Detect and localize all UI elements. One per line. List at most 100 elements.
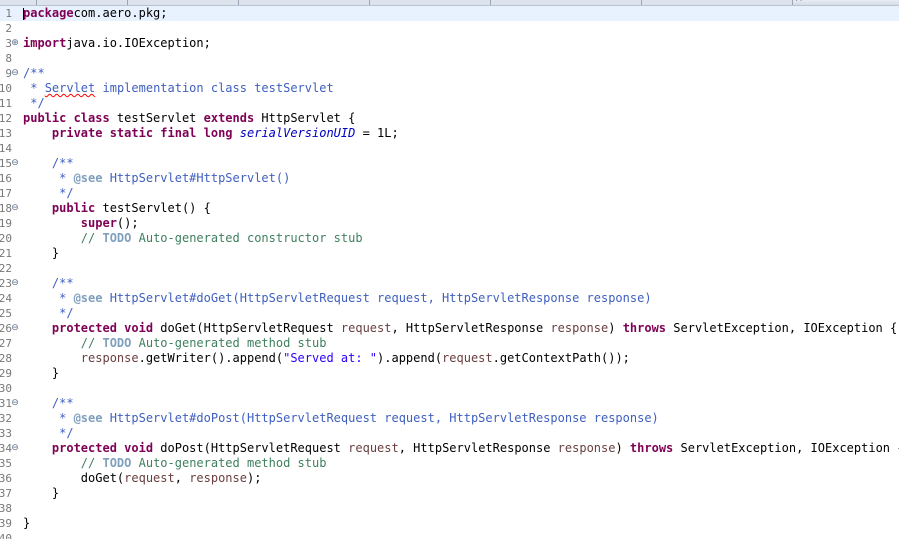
editor-tab[interactable] [128,0,239,5]
code-line[interactable]: 31 ⊖ /** [0,396,899,411]
code-text: } [23,516,30,531]
line-number: 2 [5,22,12,35]
code-token: ).append( [377,351,443,365]
code-line[interactable]: 12 public class testServlet extends HttpS… [0,111,899,126]
code-line[interactable]: 17 */ [0,186,899,201]
code-line[interactable]: 11 */ [0,96,899,111]
code-line[interactable]: 36 doGet(request, response); [0,471,899,486]
editor-tab[interactable] [642,0,793,5]
code-token: doPost(HttpServletRequest [153,441,349,455]
line-number: 24 [0,292,12,305]
code-lines: 1 packagecom.aero.pkg; 2 3 ⊕ importjava.io.IO… [0,6,899,539]
code-text: protected void doGet(HttpServletRequest … [23,321,897,336]
code-line[interactable]: 1 packagecom.aero.pkg; [0,6,899,21]
code-token: response [189,471,247,485]
code-text: public class testServlet extends HttpSer… [23,111,355,126]
code-line[interactable]: 35 // TODO Auto-generated method stub [0,456,899,471]
code-line[interactable]: 14 [0,141,899,156]
code-text: */ [23,186,74,201]
close-icon[interactable]: × [795,0,803,4]
code-line[interactable]: 25 */ [0,306,899,321]
code-line[interactable]: 2 [0,21,899,36]
fold-collapse-icon[interactable]: ⊖ [11,444,19,453]
code-token: public class [23,111,110,125]
code-line[interactable]: 33 */ [0,426,899,441]
code-line[interactable]: 8 [0,51,899,66]
code-line[interactable]: 20 // TODO Auto-generated constructor st… [0,231,899,246]
code-text: * @see HttpServlet#HttpServlet() [23,171,290,186]
code-token: import [23,36,67,50]
code-line[interactable]: 3 ⊕ importjava.io.IOException; [0,36,899,51]
code-text: importjava.io.IOException; [23,36,211,51]
code-token: */ [23,186,74,200]
code-line[interactable]: 18 ⊖ public testServlet() { [0,201,899,216]
code-line[interactable]: 29 } [0,366,899,381]
code-text: */ [23,426,73,441]
editor-tab[interactable] [239,0,370,5]
code-text: } [23,366,59,381]
code-token: HttpServlet#HttpServlet() [102,171,291,185]
code-token: } [23,516,31,530]
fold-collapse-icon[interactable]: ⊖ [11,279,19,288]
code-line[interactable]: 13 private static final long serialVersi… [0,126,899,141]
code-token: request [348,441,399,455]
code-token: ServletException, IOException { [673,441,899,455]
code-token: Auto-generated method stub [131,456,327,470]
code-token: protected void [51,321,154,335]
editor-tab[interactable] [370,0,491,5]
code-line[interactable]: 9 ⊖/** [0,66,899,81]
fold-collapse-icon[interactable]: ⊖ [11,69,19,78]
code-editor[interactable]: 1 packagecom.aero.pkg; 2 3 ⊕ importjava.io.IO… [0,6,899,539]
code-line[interactable]: 24 * @see HttpServlet#doGet(HttpServletR… [0,291,899,306]
code-line[interactable]: 15 ⊖ /** [0,156,899,171]
code-line[interactable]: 27 // TODO Auto-generated method stub [0,336,899,351]
code-token: Auto-generated constructor stub [131,231,363,245]
code-token: * [23,411,74,425]
fold-expand-icon[interactable]: ⊕ [11,39,19,48]
code-line[interactable]: 23 ⊖ /** [0,276,899,291]
code-text: public testServlet() { [23,201,211,216]
code-token: * [23,81,45,95]
code-token: java.io.IOException; [66,36,211,50]
code-line[interactable]: 26 ⊖ protected void doGet(HttpServletRequ… [0,321,899,336]
code-token: response [550,321,609,335]
code-line[interactable]: 37 } [0,486,899,501]
code-token: @see [73,291,103,305]
editor-tab[interactable] [37,0,128,5]
line-number: 1 [5,7,12,20]
code-line[interactable]: 19 super(); [0,216,899,231]
code-token: , HttpServletResponse [391,321,551,335]
code-line[interactable]: 39} [0,516,899,531]
code-line[interactable]: 22 [0,261,899,276]
fold-collapse-icon[interactable]: ⊖ [11,204,19,213]
code-line[interactable]: 10 * Servlet implementation class testSe… [0,81,899,96]
line-number: 14 [0,142,12,155]
fold-collapse-icon[interactable]: ⊖ [11,159,19,168]
code-token: throws [622,321,667,335]
code-line[interactable]: 38 [0,501,899,516]
code-line[interactable]: 28 response.getWriter().append("Served a… [0,351,899,366]
code-token: (); [116,216,139,230]
line-number: 38 [0,502,12,515]
code-token: ) [608,321,623,335]
line-number: 36 [0,472,12,485]
code-line[interactable]: 34 ⊖ protected void doPost(HttpServletReq… [0,441,899,456]
code-line[interactable]: 16 * @see HttpServlet#HttpServlet() [0,171,899,186]
code-token: @see [73,171,103,185]
fold-collapse-icon[interactable]: ⊖ [11,399,19,408]
code-line[interactable]: 32 * @see HttpServlet#doPost(HttpServlet… [0,411,899,426]
code-token: , HttpServletResponse [398,441,558,455]
fold-collapse-icon[interactable]: ⊖ [11,324,19,333]
code-token: .getWriter().append( [138,351,284,365]
code-line[interactable]: 40 [0,531,899,539]
code-line[interactable]: 30 [0,381,899,396]
editor-tab[interactable] [0,0,37,5]
code-text: } [23,246,59,261]
code-line[interactable]: 21 } [0,246,899,261]
code-token: ) [615,441,630,455]
code-token: , [174,471,190,485]
editor-tab[interactable] [491,0,642,5]
